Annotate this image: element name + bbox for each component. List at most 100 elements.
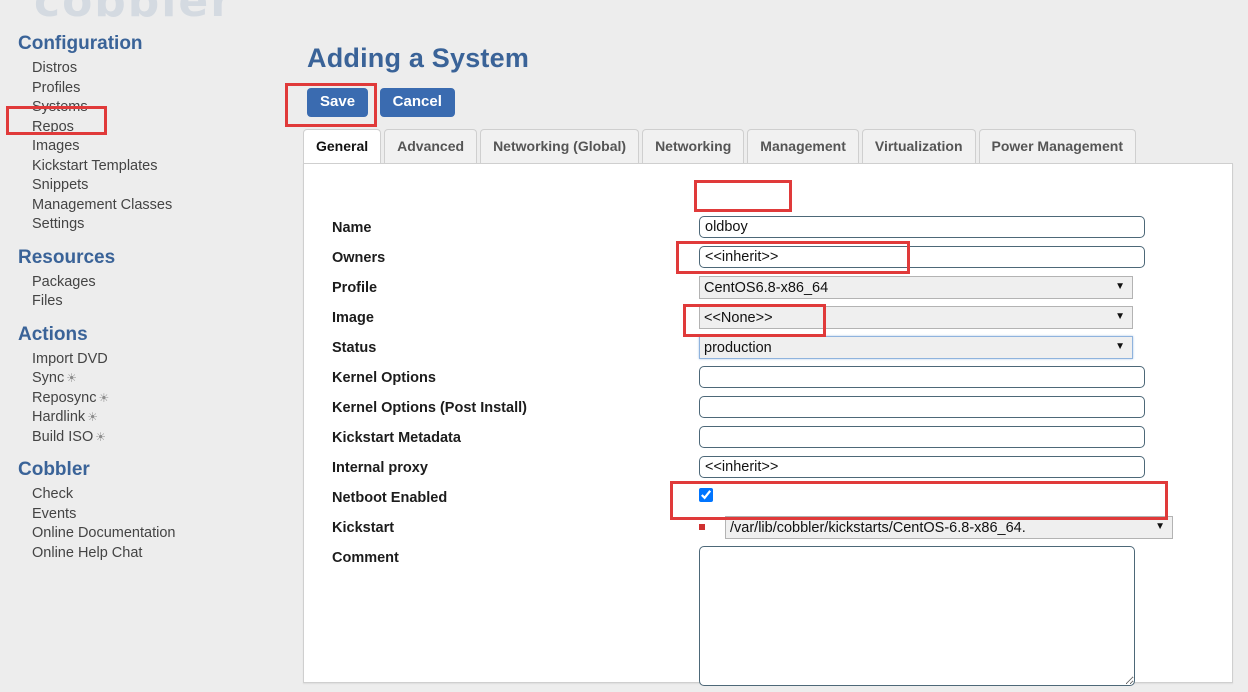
comment-textarea[interactable]: [699, 546, 1135, 686]
tab-power-management[interactable]: Power Management: [978, 129, 1137, 163]
sidebar-item-online-documentation[interactable]: Online Documentation: [0, 524, 290, 544]
form-row-netboot-enabled: Netboot Enabled: [304, 486, 1232, 516]
nav-group-configuration: Configuration Distros Profiles Systems Repos…: [0, 32, 290, 235]
field-control-wrapper: <<None>> ▼: [699, 306, 1133, 329]
form-row-comment: Comment: [304, 546, 1232, 686]
sidebar-item-label: Systems: [32, 99, 88, 115]
field-control-wrapper: CentOS6.8-x86_64 ▼: [699, 276, 1133, 299]
general-tab-panel: Name Owners Profile CentOS6.8-x86_64▼ Image <…: [303, 163, 1233, 686]
nav-group-heading: Resources: [18, 246, 116, 268]
tab-advanced[interactable]: Advanced: [384, 129, 478, 163]
nav-group-resources: Resources Packages Files: [0, 246, 290, 312]
sidebar-item-reposync[interactable]: Reposync ☀: [0, 389, 290, 409]
action-bar: Save Cancel: [307, 88, 463, 117]
required-marker-icon: [699, 524, 705, 531]
tab-management[interactable]: Management: [747, 129, 859, 163]
field-label: Kickstart: [332, 520, 395, 536]
tab-label: Advanced: [397, 138, 465, 154]
image-select[interactable]: <<None>>: [699, 306, 1133, 329]
tab-networking-global-[interactable]: Networking (Global): [480, 129, 640, 163]
sidebar-item-management-classes[interactable]: Management Classes: [0, 196, 290, 216]
status-select[interactable]: production: [699, 336, 1133, 359]
field-control-wrapper: [699, 366, 1145, 388]
owners-input[interactable]: [699, 246, 1145, 268]
tab-bar: General Advanced Networking (Global) Networ…: [303, 129, 1233, 164]
form-row-name: Name: [304, 216, 1232, 246]
field-control-wrapper: [699, 426, 1145, 448]
field-control-wrapper: [699, 546, 1135, 689]
sidebar-item-check[interactable]: Check: [0, 485, 290, 505]
field-label: Kernel Options: [332, 370, 436, 386]
sidebar-item-hardlink[interactable]: Hardlink ☀: [0, 408, 290, 428]
sidebar-item-import-dvd[interactable]: Import DVD: [0, 350, 290, 370]
gear-icon: ☀: [87, 410, 98, 424]
kickstart-select[interactable]: /var/lib/cobbler/kickstarts/CentOS-6.8-x…: [725, 516, 1173, 539]
sidebar-item-online-help-chat[interactable]: Online Help Chat: [0, 544, 290, 564]
nav-group-heading: Configuration: [18, 33, 143, 54]
tab-general[interactable]: General: [303, 129, 382, 163]
sidebar-item-sync[interactable]: Sync ☀: [0, 369, 290, 389]
sidebar-item-settings[interactable]: Settings: [0, 215, 290, 235]
sidebar-item-label: Reposync: [32, 389, 97, 406]
form-row-kernel-options: Kernel Options: [304, 366, 1232, 396]
tab-networking[interactable]: Networking: [642, 129, 745, 163]
page-title: Adding a System: [307, 43, 530, 73]
sidebar-item-distros[interactable]: Distros: [0, 59, 290, 79]
sidebar-item-label: Sync: [32, 370, 65, 386]
sidebar-item-label: Settings: [32, 216, 85, 232]
sidebar-item-profiles[interactable]: Profiles: [0, 79, 290, 99]
field-label: Owners: [332, 250, 386, 266]
sidebar-item-label: Repos: [32, 118, 74, 135]
sidebar-item-label: Check: [32, 486, 74, 502]
profile-select[interactable]: CentOS6.8-x86_64: [699, 276, 1133, 299]
field-label: Kernel Options (Post Install): [332, 400, 527, 416]
main-content: Adding a System Save Cancel General Advan…: [290, 32, 1248, 692]
sidebar-item-label: Snippets: [32, 177, 89, 193]
form-row-image: Image <<None>> ▼: [304, 306, 1232, 336]
field-control-wrapper: [699, 456, 1145, 478]
sidebar-item-repos[interactable]: Repos: [0, 118, 290, 138]
form-row-internal-proxy: Internal proxy: [304, 456, 1232, 486]
sidebar-item-events[interactable]: Events: [0, 505, 290, 525]
sidebar-item-files[interactable]: Files: [0, 292, 290, 312]
name-input[interactable]: [699, 216, 1145, 238]
tab-label: Management: [760, 138, 846, 154]
kernel-options-input[interactable]: [699, 366, 1145, 388]
field-control-wrapper: [699, 246, 1145, 268]
sidebar-item-build-iso[interactable]: Build ISO ☀: [0, 428, 290, 448]
sidebar-item-label: Images: [32, 138, 80, 154]
form-row-kernel-options-post-install-: Kernel Options (Post Install): [304, 396, 1232, 426]
internal-proxy-input[interactable]: [699, 456, 1145, 478]
sidebar-item-label: Hardlink: [32, 409, 86, 425]
tab-label: Networking: [655, 138, 732, 154]
kickstart-metadata-input[interactable]: [699, 426, 1145, 448]
form-row-kickstart-metadata: Kickstart Metadata: [304, 426, 1232, 456]
field-label: Kickstart Metadata: [332, 430, 461, 446]
sidebar-item-kickstart-templates[interactable]: Kickstart Templates: [0, 157, 290, 177]
sidebar-item-label: Online Documentation: [32, 525, 176, 541]
form-row-owners: Owners: [304, 246, 1232, 276]
field-label: Netboot Enabled: [332, 490, 448, 506]
select-wrapper: /var/lib/cobbler/kickstarts/CentOS-6.8-x…: [725, 516, 1173, 539]
tab-virtualization[interactable]: Virtualization: [861, 129, 976, 163]
field-label: Internal proxy: [332, 460, 428, 476]
select-wrapper: CentOS6.8-x86_64 ▼: [699, 276, 1133, 299]
cobbler-logo: cobbler: [34, 0, 234, 27]
form-row-kickstart: Kickstart/var/lib/cobbler/kickstarts/Cen…: [304, 516, 1232, 546]
tab-label: General: [316, 138, 369, 154]
field-label: Profile: [332, 280, 378, 296]
kernel-options-post-install--input[interactable]: [699, 396, 1145, 418]
sidebar-item-systems[interactable]: Systems: [0, 98, 290, 118]
sidebar-item-snippets[interactable]: Snippets: [0, 176, 290, 196]
nav-group-cobbler: Cobbler Check Events Online Documentation On…: [0, 458, 290, 563]
select-wrapper: <<None>> ▼: [699, 306, 1133, 329]
netboot-enabled-checkbox[interactable]: [699, 487, 713, 502]
cancel-button[interactable]: Cancel: [379, 88, 455, 117]
sidebar-item-packages[interactable]: Packages: [0, 273, 290, 293]
sidebar-item-label: Packages: [32, 273, 96, 290]
save-button[interactable]: Save: [307, 88, 369, 117]
nav-group-actions: Actions Import DVD Sync ☀ Reposync ☀ Hardlink ☀…: [0, 323, 290, 448]
gear-icon: ☀: [98, 390, 110, 405]
sidebar-item-images[interactable]: Images: [0, 137, 290, 157]
gear-icon: ☀: [66, 371, 78, 385]
